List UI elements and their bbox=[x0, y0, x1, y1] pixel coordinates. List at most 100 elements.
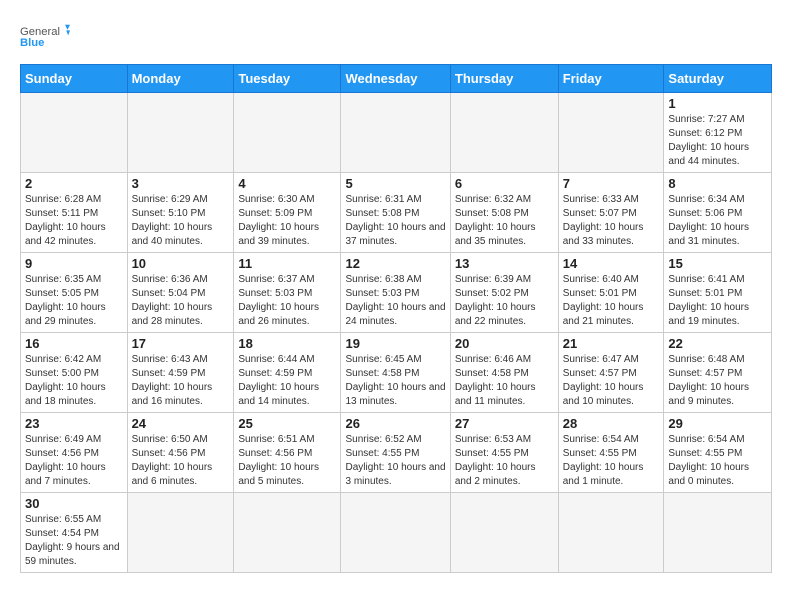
day-info: Sunrise: 6:37 AM Sunset: 5:03 PM Dayligh… bbox=[238, 273, 336, 329]
day-cell bbox=[234, 93, 341, 173]
day-info: Sunrise: 6:39 AM Sunset: 5:02 PM Dayligh… bbox=[455, 273, 554, 329]
day-number: 25 bbox=[238, 416, 336, 431]
day-number: 30 bbox=[25, 496, 123, 511]
day-cell bbox=[558, 493, 664, 573]
day-cell bbox=[127, 493, 234, 573]
day-number: 23 bbox=[25, 416, 123, 431]
day-cell: 15 Sunrise: 6:41 AM Sunset: 5:01 PM Dayli… bbox=[664, 253, 772, 333]
day-info: Sunrise: 6:52 AM Sunset: 4:55 PM Dayligh… bbox=[345, 433, 445, 489]
day-cell: 19 Sunrise: 6:45 AM Sunset: 4:58 PM Dayli… bbox=[341, 333, 450, 413]
week-row-5: 30Sunrise: 6:55 AM Sunset: 4:54 PM Dayli… bbox=[21, 493, 772, 573]
day-number: 29 bbox=[668, 416, 767, 431]
day-cell: 12 Sunrise: 6:38 AM Sunset: 5:03 PM Dayli… bbox=[341, 253, 450, 333]
day-cell: 7Sunrise: 6:33 AM Sunset: 5:07 PM Daylig… bbox=[558, 173, 664, 253]
day-cell bbox=[450, 493, 558, 573]
day-info: Sunrise: 6:49 AM Sunset: 4:56 PM Dayligh… bbox=[25, 433, 123, 489]
day-number: 16 bbox=[25, 336, 123, 351]
day-cell: 26 Sunrise: 6:52 AM Sunset: 4:55 PM Dayli… bbox=[341, 413, 450, 493]
day-cell bbox=[341, 493, 450, 573]
day-cell: 14 Sunrise: 6:40 AM Sunset: 5:01 PM Dayli… bbox=[558, 253, 664, 333]
day-info: Sunrise: 6:35 AM Sunset: 5:05 PM Dayligh… bbox=[25, 273, 123, 329]
weekday-header-sunday: Sunday bbox=[21, 65, 128, 93]
weekday-header-wednesday: Wednesday bbox=[341, 65, 450, 93]
day-cell: 18 Sunrise: 6:44 AM Sunset: 4:59 PM Dayli… bbox=[234, 333, 341, 413]
day-cell bbox=[127, 93, 234, 173]
week-row-4: 23 Sunrise: 6:49 AM Sunset: 4:56 PM Dayli… bbox=[21, 413, 772, 493]
day-number: 1 bbox=[668, 96, 767, 111]
calendar: SundayMondayTuesdayWednesdayThursdayFrid… bbox=[20, 64, 772, 573]
day-info: Sunrise: 6:33 AM Sunset: 5:07 PM Dayligh… bbox=[563, 193, 660, 249]
day-number: 11 bbox=[238, 256, 336, 271]
day-info: Sunrise: 6:34 AM Sunset: 5:06 PM Dayligh… bbox=[668, 193, 767, 249]
day-info: Sunrise: 7:27 AM Sunset: 6:12 PM Dayligh… bbox=[668, 113, 767, 169]
day-cell bbox=[450, 93, 558, 173]
day-cell bbox=[664, 493, 772, 573]
day-cell: 10 Sunrise: 6:36 AM Sunset: 5:04 PM Dayli… bbox=[127, 253, 234, 333]
day-cell: 9 Sunrise: 6:35 AM Sunset: 5:05 PM Daylig… bbox=[21, 253, 128, 333]
day-number: 8 bbox=[668, 176, 767, 191]
day-number: 13 bbox=[455, 256, 554, 271]
day-info: Sunrise: 6:41 AM Sunset: 5:01 PM Dayligh… bbox=[668, 273, 767, 329]
day-cell: 27Sunrise: 6:53 AM Sunset: 4:55 PM Dayli… bbox=[450, 413, 558, 493]
day-number: 15 bbox=[668, 256, 767, 271]
day-cell: 21Sunrise: 6:47 AM Sunset: 4:57 PM Dayli… bbox=[558, 333, 664, 413]
day-info: Sunrise: 6:29 AM Sunset: 5:10 PM Dayligh… bbox=[132, 193, 230, 249]
day-info: Sunrise: 6:45 AM Sunset: 4:58 PM Dayligh… bbox=[345, 353, 445, 409]
logo: General Blue bbox=[20, 16, 70, 56]
day-info: Sunrise: 6:54 AM Sunset: 4:55 PM Dayligh… bbox=[668, 433, 767, 489]
day-cell bbox=[21, 93, 128, 173]
day-number: 28 bbox=[563, 416, 660, 431]
week-row-1: 2Sunrise: 6:28 AM Sunset: 5:11 PM Daylig… bbox=[21, 173, 772, 253]
day-number: 4 bbox=[238, 176, 336, 191]
day-number: 14 bbox=[563, 256, 660, 271]
weekday-header-row: SundayMondayTuesdayWednesdayThursdayFrid… bbox=[21, 65, 772, 93]
day-info: Sunrise: 6:48 AM Sunset: 4:57 PM Dayligh… bbox=[668, 353, 767, 409]
day-cell: 23 Sunrise: 6:49 AM Sunset: 4:56 PM Dayli… bbox=[21, 413, 128, 493]
day-number: 3 bbox=[132, 176, 230, 191]
day-number: 17 bbox=[132, 336, 230, 351]
day-number: 9 bbox=[25, 256, 123, 271]
weekday-header-tuesday: Tuesday bbox=[234, 65, 341, 93]
day-cell: 3 Sunrise: 6:29 AM Sunset: 5:10 PM Daylig… bbox=[127, 173, 234, 253]
day-cell: 25 Sunrise: 6:51 AM Sunset: 4:56 PM Dayli… bbox=[234, 413, 341, 493]
day-info: Sunrise: 6:51 AM Sunset: 4:56 PM Dayligh… bbox=[238, 433, 336, 489]
day-cell: 22Sunrise: 6:48 AM Sunset: 4:57 PM Dayli… bbox=[664, 333, 772, 413]
header: General Blue bbox=[20, 16, 772, 56]
page: General Blue SundayMondayTuesdayWednesda… bbox=[0, 0, 792, 612]
day-info: Sunrise: 6:38 AM Sunset: 5:03 PM Dayligh… bbox=[345, 273, 445, 329]
day-info: Sunrise: 6:40 AM Sunset: 5:01 PM Dayligh… bbox=[563, 273, 660, 329]
day-number: 18 bbox=[238, 336, 336, 351]
day-cell: 2Sunrise: 6:28 AM Sunset: 5:11 PM Daylig… bbox=[21, 173, 128, 253]
day-number: 10 bbox=[132, 256, 230, 271]
day-cell: 16Sunrise: 6:42 AM Sunset: 5:00 PM Dayli… bbox=[21, 333, 128, 413]
day-number: 20 bbox=[455, 336, 554, 351]
day-cell: 4 Sunrise: 6:30 AM Sunset: 5:09 PM Daylig… bbox=[234, 173, 341, 253]
day-cell: 20 Sunrise: 6:46 AM Sunset: 4:58 PM Dayli… bbox=[450, 333, 558, 413]
week-row-0: 1 Sunrise: 7:27 AM Sunset: 6:12 PM Daylig… bbox=[21, 93, 772, 173]
day-cell: 8 Sunrise: 6:34 AM Sunset: 5:06 PM Daylig… bbox=[664, 173, 772, 253]
day-number: 12 bbox=[345, 256, 445, 271]
day-cell: 13 Sunrise: 6:39 AM Sunset: 5:02 PM Dayli… bbox=[450, 253, 558, 333]
day-cell bbox=[558, 93, 664, 173]
day-number: 6 bbox=[455, 176, 554, 191]
day-info: Sunrise: 6:31 AM Sunset: 5:08 PM Dayligh… bbox=[345, 193, 445, 249]
day-cell bbox=[234, 493, 341, 573]
svg-text:General: General bbox=[20, 26, 60, 38]
day-number: 26 bbox=[345, 416, 445, 431]
day-info: Sunrise: 6:44 AM Sunset: 4:59 PM Dayligh… bbox=[238, 353, 336, 409]
week-row-3: 16Sunrise: 6:42 AM Sunset: 5:00 PM Dayli… bbox=[21, 333, 772, 413]
day-info: Sunrise: 6:36 AM Sunset: 5:04 PM Dayligh… bbox=[132, 273, 230, 329]
day-number: 21 bbox=[563, 336, 660, 351]
day-cell: 1 Sunrise: 7:27 AM Sunset: 6:12 PM Daylig… bbox=[664, 93, 772, 173]
day-number: 19 bbox=[345, 336, 445, 351]
weekday-header-saturday: Saturday bbox=[664, 65, 772, 93]
day-info: Sunrise: 6:30 AM Sunset: 5:09 PM Dayligh… bbox=[238, 193, 336, 249]
weekday-header-monday: Monday bbox=[127, 65, 234, 93]
day-info: Sunrise: 6:46 AM Sunset: 4:58 PM Dayligh… bbox=[455, 353, 554, 409]
weekday-header-thursday: Thursday bbox=[450, 65, 558, 93]
day-cell: 28Sunrise: 6:54 AM Sunset: 4:55 PM Dayli… bbox=[558, 413, 664, 493]
day-info: Sunrise: 6:43 AM Sunset: 4:59 PM Dayligh… bbox=[132, 353, 230, 409]
day-cell bbox=[341, 93, 450, 173]
day-cell: 11 Sunrise: 6:37 AM Sunset: 5:03 PM Dayli… bbox=[234, 253, 341, 333]
day-cell: 24Sunrise: 6:50 AM Sunset: 4:56 PM Dayli… bbox=[127, 413, 234, 493]
